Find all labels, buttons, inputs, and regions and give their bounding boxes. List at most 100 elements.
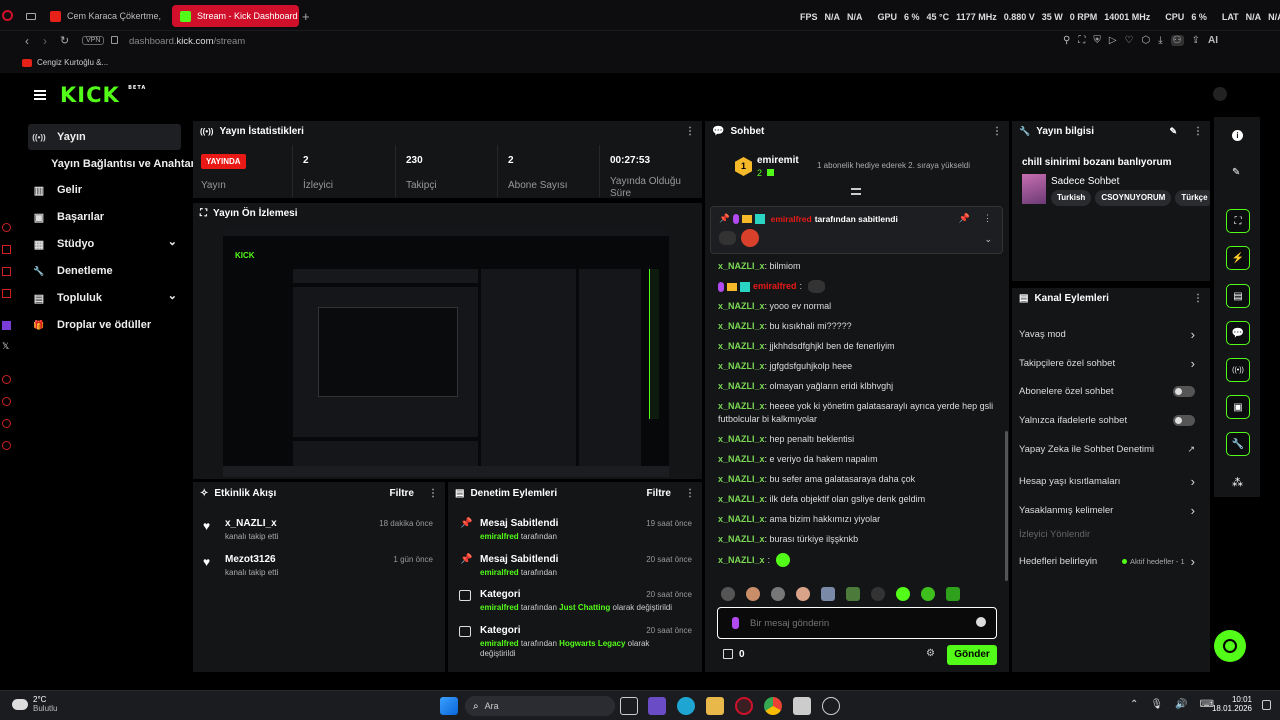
extensions-icon[interactable]: ⬡ [1142, 35, 1151, 46]
emote[interactable] [946, 587, 960, 601]
action-followers-only[interactable]: Takipçilere özel sohbet › [1012, 356, 1202, 371]
tab-switcher-icon[interactable] [26, 13, 36, 20]
browser-logo-icon[interactable] [2, 10, 13, 21]
side-icon-5[interactable] [2, 375, 11, 384]
action-ai-moderation[interactable]: Yapay Zeka ile Sohbet Denetimi ↗ [1012, 444, 1202, 455]
task-view-icon[interactable] [620, 697, 638, 715]
game-icon[interactable] [822, 697, 840, 715]
rail-button-notes[interactable]: ▤ [1226, 284, 1250, 308]
filter-button[interactable]: Filtre [390, 488, 414, 499]
chat-input[interactable] [750, 616, 965, 630]
twitch-icon[interactable] [2, 321, 11, 330]
toggle-switch[interactable] [1173, 415, 1195, 426]
info-icon[interactable]: i [1232, 130, 1243, 141]
more-options-icon[interactable]: ⋮ [1193, 293, 1203, 304]
store-icon[interactable] [793, 697, 811, 715]
screenshot-icon[interactable]: ⛶ [1078, 35, 1085, 46]
chat-username[interactable]: x_NAZLI_x [718, 474, 765, 484]
action-goals[interactable]: Hedefleri belirleyin Aktif hedefler - 1 … [1012, 554, 1202, 569]
chat-input-box[interactable] [717, 607, 997, 639]
category-thumbnail[interactable] [1022, 174, 1046, 204]
new-tab-icon[interactable]: + [302, 9, 310, 24]
volume-icon[interactable]: 🔊 [1175, 699, 1187, 710]
toggle-switch[interactable] [1173, 386, 1195, 397]
action-emotes-only[interactable]: Yalnızca ifadelerle sohbet [1012, 415, 1202, 426]
vpn-badge[interactable]: VPN [82, 36, 105, 45]
rail-button-broadcast[interactable]: ((•)) [1226, 358, 1250, 382]
app-icon[interactable] [648, 697, 666, 715]
category-name[interactable]: Just Chatting [559, 603, 610, 612]
chat-username[interactable]: x_NAZLI_x [718, 361, 765, 371]
emote[interactable] [846, 587, 860, 601]
pin-icon[interactable]: ⚲ [1063, 35, 1070, 46]
share-icon[interactable]: ⇪ [1192, 35, 1200, 46]
action-account-age[interactable]: Hesap yaşı kısıtlamaları › [1012, 474, 1202, 489]
more-apps-icon[interactable]: ⁂ [1232, 476, 1243, 489]
back-icon[interactable]: ‹ [25, 34, 29, 48]
action-slow-mode[interactable]: Yavaş mod › [1012, 327, 1202, 342]
edit-icon[interactable]: ✎ [1232, 167, 1240, 178]
url-field[interactable]: dashboard.kick.com/stream [129, 36, 245, 47]
category-name[interactable]: Sadece Sohbet [1051, 176, 1119, 187]
store-icon[interactable] [723, 649, 733, 659]
folder-icon[interactable] [706, 697, 724, 715]
category-name[interactable]: Hogwarts Legacy [559, 639, 625, 648]
side-icon-8[interactable] [2, 441, 11, 450]
profile-icon[interactable]: ⚇ [1170, 35, 1184, 46]
chat-username[interactable]: x_NAZLI_x [718, 381, 765, 391]
reload-icon[interactable]: ↻ [60, 34, 69, 47]
preview-video[interactable]: KICK [223, 229, 669, 477]
chat-username[interactable]: x_NAZLI_x [718, 401, 765, 411]
more-options-icon[interactable]: ⋮ [428, 488, 438, 499]
forward-icon[interactable]: › [43, 34, 47, 48]
pin-icon[interactable]: 📌 [959, 213, 970, 224]
side-icon-6[interactable] [2, 397, 11, 406]
emote[interactable] [921, 587, 935, 601]
play-icon[interactable]: ▷ [1109, 35, 1117, 46]
side-icon-2[interactable] [2, 245, 11, 254]
sidebar-item-moderation[interactable]: 🔧 Denetleme [28, 258, 181, 284]
tag[interactable]: Türkçe [1175, 190, 1210, 206]
more-options-icon[interactable]: ⋮ [1193, 126, 1203, 137]
sidebar-item-revenue[interactable]: ▥ Gelir [28, 177, 181, 203]
chrome-icon[interactable] [764, 697, 782, 715]
emote[interactable] [771, 587, 785, 601]
edge-icon[interactable] [677, 697, 695, 715]
opera-icon[interactable] [735, 697, 753, 715]
rail-button-fullscreen[interactable]: ⛶ [1226, 209, 1250, 233]
tag[interactable]: Turkish [1051, 190, 1092, 206]
chat-scrollbar[interactable] [1005, 431, 1008, 581]
chat-username[interactable]: x_NAZLI_x [718, 434, 765, 444]
chat-username[interactable]: x_NAZLI_x [718, 301, 765, 311]
chat-username[interactable]: x_NAZLI_x [718, 514, 765, 524]
sidebar-item-community[interactable]: ▤ Topluluk ⌄ [28, 285, 181, 311]
emote[interactable] [721, 587, 735, 601]
windows-start-icon[interactable] [440, 697, 458, 715]
chevron-up-icon[interactable]: ⌃ [1130, 699, 1138, 710]
more-options-icon[interactable]: ⋮ [992, 126, 1002, 137]
more-options-icon[interactable]: ⋮ [685, 488, 695, 499]
sidebar-item-studio[interactable]: ▦ Stüdyo ⌄ [28, 231, 181, 257]
rail-button-chat[interactable]: 💬 [1226, 321, 1250, 345]
chat-username[interactable]: x_NAZLI_x [718, 341, 765, 351]
chevron-down-icon[interactable]: ⌄ [984, 234, 992, 245]
side-icon-7[interactable] [2, 419, 11, 428]
moderator-name[interactable]: emiralfred [480, 568, 519, 577]
gifter-name[interactable]: emiremit [757, 155, 799, 166]
emote[interactable] [896, 587, 910, 601]
rail-button-lightning[interactable]: ⚡ [1226, 246, 1250, 270]
notification-icon[interactable] [1262, 700, 1271, 710]
emote[interactable] [821, 587, 835, 601]
user-avatar[interactable] [1213, 87, 1227, 101]
kick-logo[interactable]: KICK BETA [60, 83, 146, 107]
chat-username[interactable]: x_NAZLI_x [718, 494, 765, 504]
rail-button-media[interactable]: ▣ [1226, 395, 1250, 419]
more-options-icon[interactable]: ⋮ [685, 126, 695, 137]
x-icon[interactable]: 𝕏 [2, 341, 9, 352]
side-icon-3[interactable] [2, 267, 11, 276]
chat-username[interactable]: x_NAZLI_x [718, 534, 765, 544]
more-options-icon[interactable]: ⋮ [983, 213, 992, 224]
download-icon[interactable]: ⤓ [1158, 35, 1162, 46]
settings-icon[interactable]: ⚙ [926, 648, 935, 659]
tab-youtube[interactable]: Cem Karaca Çökertme, Ce [42, 5, 170, 27]
